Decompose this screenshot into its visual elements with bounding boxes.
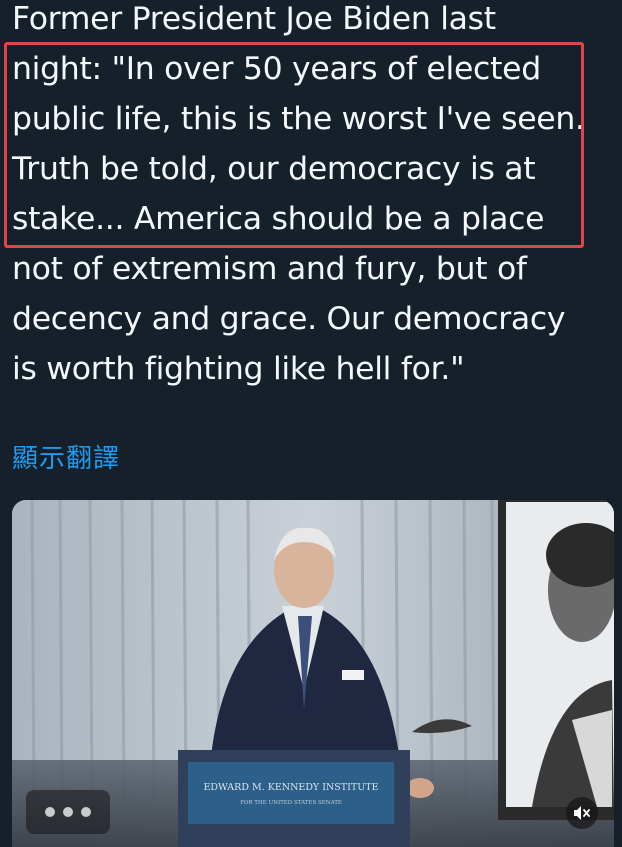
podium-sign-line1: EDWARD M. KENNEDY INSTITUTE xyxy=(203,782,378,793)
highlight-annotation-box xyxy=(4,42,584,248)
gif-dots-icon[interactable] xyxy=(26,790,110,834)
tweet-line: Former President Joe Biden last xyxy=(12,1,496,37)
video-player[interactable]: EDWARD M. KENNEDY INSTITUTE FOR THE UNIT… xyxy=(12,500,614,847)
tweet-line: is worth fighting like hell for." xyxy=(12,351,465,387)
podium-sign-line2: FOR THE UNITED STATES SENATE xyxy=(240,800,342,806)
tweet-line: not of extremism and fury, but of xyxy=(12,251,527,287)
translate-link[interactable]: 顯示翻譯 xyxy=(12,438,120,475)
tweet-line: decency and grace. Our democracy xyxy=(12,301,566,337)
speaker-muted-icon[interactable] xyxy=(566,797,598,829)
